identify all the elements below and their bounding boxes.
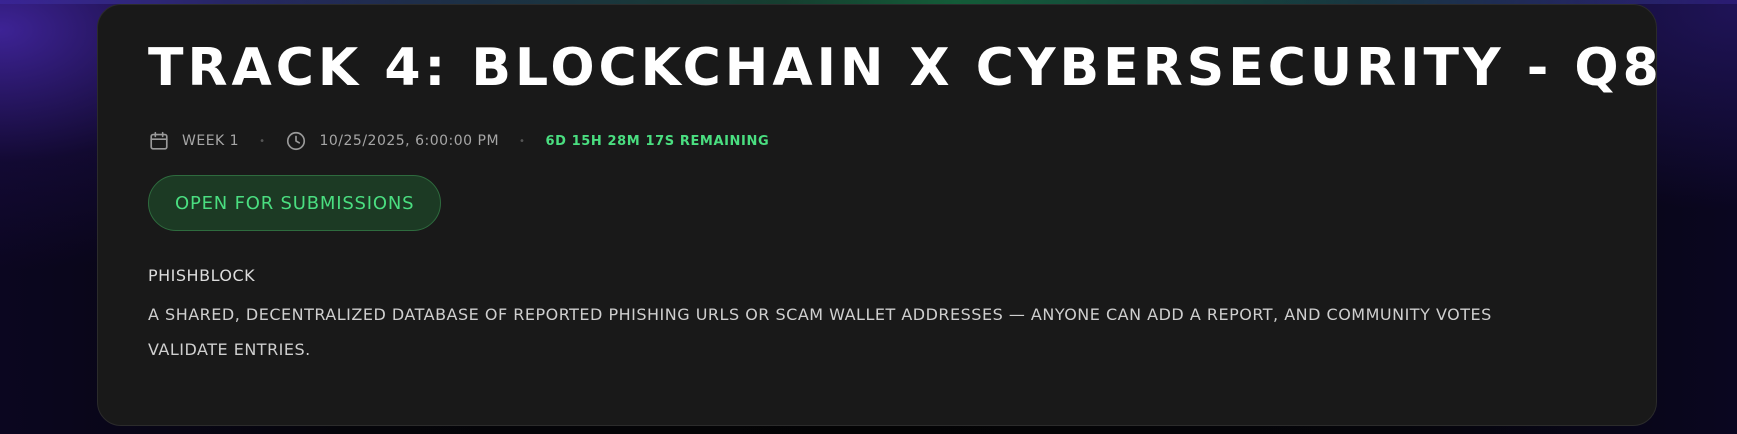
week-label: WEEK 1 <box>182 133 240 149</box>
track-meta: WEEK 1 • 10/25/2025, 6:00:00 PM • 6D 15H… <box>148 127 769 155</box>
time-remaining: 6D 15H 28M 17S REMAINING <box>545 133 770 149</box>
clock-icon <box>285 130 307 152</box>
project-description: A SHARED, DECENTRALIZED DATABASE OF REPO… <box>148 305 1492 359</box>
calendar-icon <box>148 130 170 152</box>
track-card: TRACK 4: BLOCKCHAIN X CYBERSECURITY - Q8… <box>97 4 1659 426</box>
status-badge: OPEN FOR SUBMISSIONS <box>148 175 442 231</box>
project-name: PHISHBLOCK <box>148 266 256 285</box>
deadline-datetime: 10/25/2025, 6:00:00 PM <box>319 133 500 149</box>
meta-separator: • <box>259 135 266 147</box>
track-title: TRACK 4: BLOCKCHAIN X CYBERSECURITY - Q8 <box>148 38 1663 98</box>
meta-separator: • <box>519 135 526 147</box>
